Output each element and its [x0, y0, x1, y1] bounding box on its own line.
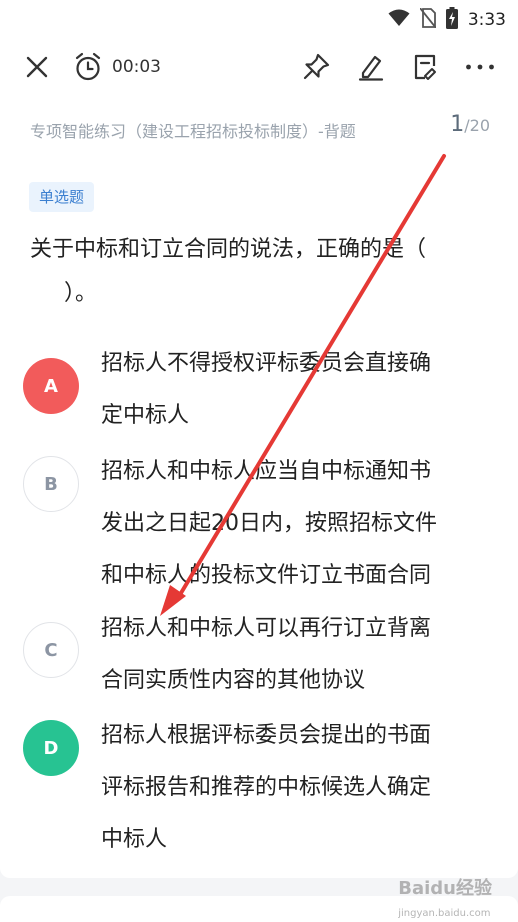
watermark-sub: jingyan.baidu.com: [398, 908, 491, 919]
baidu-watermark: Baidu经验 jingyan.baidu.com: [398, 874, 492, 921]
annotation-arrow: [160, 154, 446, 616]
watermark-text: Baidu经验: [398, 878, 492, 899]
